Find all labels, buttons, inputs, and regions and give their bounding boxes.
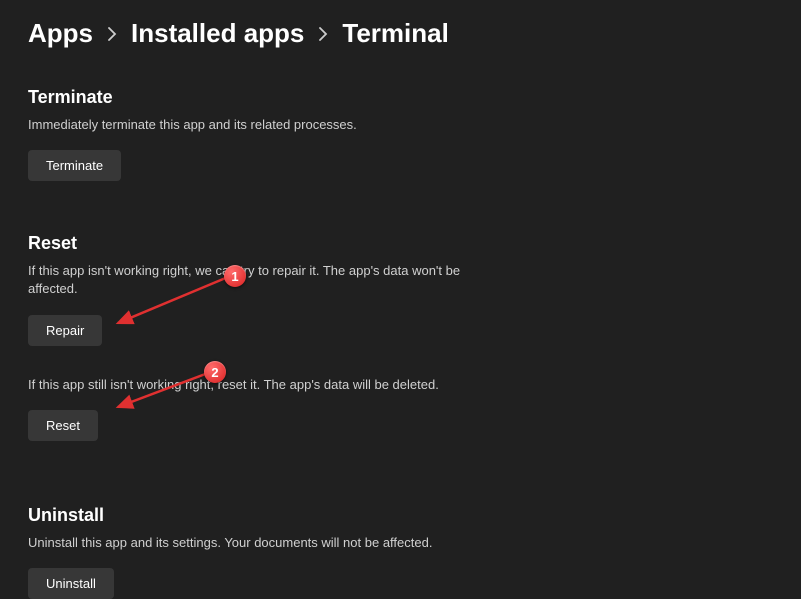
breadcrumb-terminal: Terminal — [342, 18, 448, 49]
section-uninstall: Uninstall Uninstall this app and its set… — [28, 505, 773, 599]
chevron-right-icon — [107, 27, 117, 41]
reset-button[interactable]: Reset — [28, 410, 98, 441]
breadcrumb-apps[interactable]: Apps — [28, 18, 93, 49]
repair-button[interactable]: Repair — [28, 315, 102, 346]
section-reset: Reset If this app isn't working right, w… — [28, 233, 773, 463]
terminate-button[interactable]: Terminate — [28, 150, 121, 181]
uninstall-title: Uninstall — [28, 505, 773, 526]
breadcrumb-installed-apps[interactable]: Installed apps — [131, 18, 304, 49]
uninstall-desc: Uninstall this app and its settings. You… — [28, 534, 468, 552]
reset-desc: If this app still isn't working right, r… — [28, 376, 468, 394]
chevron-right-icon — [318, 27, 328, 41]
terminate-title: Terminate — [28, 87, 773, 108]
reset-title: Reset — [28, 233, 773, 254]
breadcrumb: Apps Installed apps Terminal — [28, 18, 773, 49]
uninstall-button[interactable]: Uninstall — [28, 568, 114, 599]
terminate-desc: Immediately terminate this app and its r… — [28, 116, 468, 134]
repair-desc: If this app isn't working right, we can … — [28, 262, 468, 298]
section-terminate: Terminate Immediately terminate this app… — [28, 87, 773, 181]
